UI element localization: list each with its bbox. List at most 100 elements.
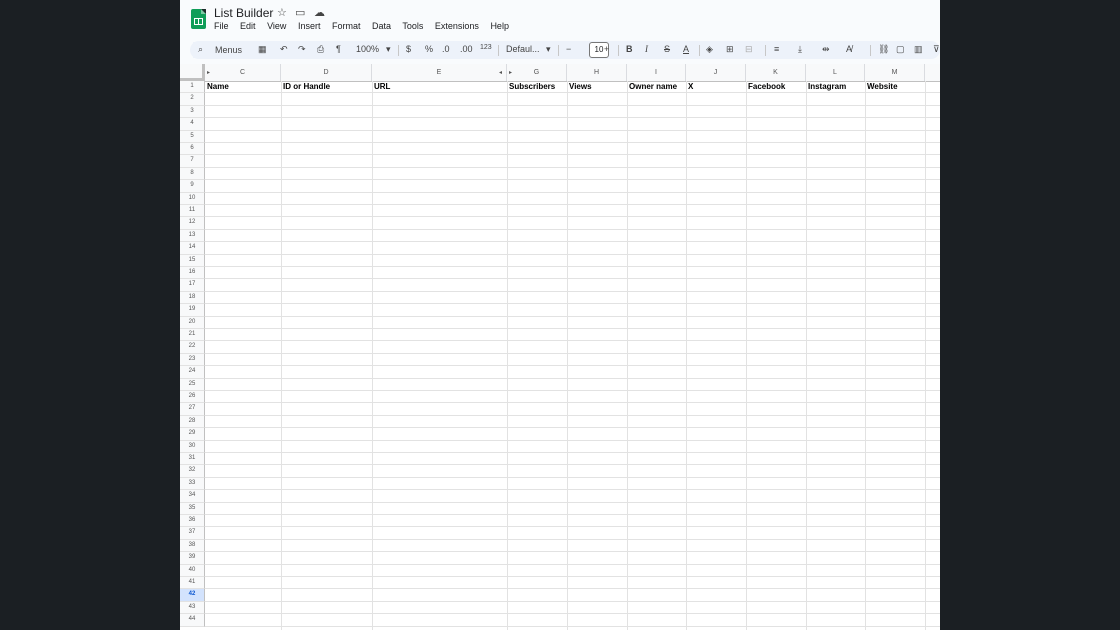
header-cell-views[interactable]: Views — [567, 82, 592, 91]
text-wrap-icon[interactable]: ⇹ — [822, 44, 830, 55]
row-header[interactable]: 12 — [180, 217, 205, 230]
header-cell-website[interactable]: Website — [865, 82, 898, 91]
row-header[interactable]: 32 — [180, 465, 205, 478]
expand-hidden-columns-right-icon[interactable]: ▸ — [509, 69, 512, 76]
print-icon[interactable]: ⎙ — [317, 44, 324, 55]
header-cell-owner-name[interactable]: Owner name — [627, 82, 677, 91]
select-all-corner[interactable] — [180, 64, 205, 81]
tasks-icon[interactable]: ▦ — [258, 44, 267, 55]
italic-button[interactable]: I — [645, 44, 648, 54]
star-icon[interactable]: ☆ — [277, 6, 287, 19]
row-header[interactable]: 42 — [180, 589, 205, 602]
row-header[interactable]: 9 — [180, 180, 205, 193]
row-header[interactable]: 19 — [180, 304, 205, 317]
row-header[interactable]: 1 — [180, 81, 205, 94]
header-cell-facebook[interactable]: Facebook — [746, 82, 785, 91]
row-header[interactable]: 27 — [180, 403, 205, 416]
row-header[interactable]: 33 — [180, 477, 205, 491]
column-header-e[interactable]: E — [372, 64, 507, 81]
row-header[interactable]: 14 — [180, 242, 205, 255]
horizontal-align-icon[interactable]: ≡ — [774, 44, 779, 54]
cell-area[interactable]: Name ID or Handle URL Subscribers Views … — [205, 81, 940, 630]
header-cell-instagram[interactable]: Instagram — [806, 82, 846, 91]
row-header[interactable]: 4 — [180, 118, 205, 131]
insert-chart-icon[interactable]: ▥ — [914, 44, 923, 55]
undo-icon[interactable]: ↶ — [280, 44, 288, 55]
sheets-logo-icon[interactable] — [191, 9, 206, 29]
row-header[interactable]: 38 — [180, 539, 205, 553]
column-header-g[interactable]: G — [507, 64, 567, 81]
vertical-align-icon[interactable]: ⤓ — [798, 44, 802, 55]
menu-view[interactable]: View — [267, 21, 286, 31]
row-header[interactable]: 11 — [180, 205, 205, 218]
expand-hidden-columns-left-icon[interactable]: ◂ — [499, 69, 502, 76]
row-header[interactable]: 30 — [180, 440, 205, 453]
chevron-down-icon[interactable]: ▾ — [386, 44, 391, 55]
row-header[interactable]: 23 — [180, 353, 205, 367]
row-header[interactable]: 21 — [180, 329, 205, 342]
row-header[interactable]: 39 — [180, 552, 205, 565]
menu-extensions[interactable]: Extensions — [435, 21, 479, 31]
row-header[interactable]: 2 — [180, 93, 205, 106]
column-header-d[interactable]: D — [281, 64, 372, 81]
redo-icon[interactable]: ↷ — [298, 44, 306, 55]
fill-color-icon[interactable]: ◈ — [706, 44, 713, 55]
column-header-k[interactable]: K — [746, 64, 806, 81]
row-header[interactable]: 34 — [180, 490, 205, 503]
row-header[interactable]: 13 — [180, 229, 205, 243]
row-header[interactable]: 8 — [180, 167, 205, 181]
merge-cells-icon[interactable]: ⊟ — [745, 44, 753, 55]
document-title[interactable]: List Builder — [214, 6, 273, 20]
menu-insert[interactable]: Insert — [298, 21, 321, 31]
decrease-decimal-button[interactable]: .0 — [442, 44, 450, 54]
increase-font-size-icon[interactable]: + — [604, 44, 609, 54]
text-color-button[interactable]: A — [683, 44, 689, 54]
menu-help[interactable]: Help — [490, 21, 509, 31]
column-header-j[interactable]: J — [686, 64, 746, 81]
text-rotation-icon[interactable]: A̸ — [846, 44, 852, 54]
row-header[interactable]: 40 — [180, 564, 205, 577]
percent-button[interactable]: % — [425, 44, 433, 54]
row-header[interactable]: 25 — [180, 378, 205, 391]
borders-icon[interactable]: ⊞ — [726, 44, 734, 55]
row-header[interactable]: 3 — [180, 105, 205, 119]
row-header[interactable]: 24 — [180, 366, 205, 379]
row-header[interactable]: 44 — [180, 614, 205, 627]
decrease-font-size-icon[interactable]: − — [566, 44, 571, 54]
menu-edit[interactable]: Edit — [240, 21, 256, 31]
header-cell-subscribers[interactable]: Subscribers — [507, 82, 555, 91]
row-header[interactable]: 29 — [180, 428, 205, 441]
menus-search[interactable]: ⌕ Menus — [193, 42, 249, 58]
column-header-i[interactable]: I — [627, 64, 686, 81]
filter-icon[interactable]: ⊽ — [933, 44, 940, 55]
expand-hidden-columns-icon[interactable]: ▸ — [207, 69, 210, 76]
menu-file[interactable]: File — [214, 21, 229, 31]
column-header-l[interactable]: L — [806, 64, 865, 81]
font-select[interactable]: Defaul... — [506, 44, 540, 54]
row-header[interactable]: 31 — [180, 453, 205, 466]
insert-comment-icon[interactable]: ▢ — [896, 44, 905, 55]
menu-format[interactable]: Format — [332, 21, 361, 31]
row-header[interactable]: 7 — [180, 155, 205, 168]
header-cell-id-or-handle[interactable]: ID or Handle — [281, 82, 330, 91]
column-header-m[interactable]: M — [865, 64, 925, 81]
cloud-saved-icon[interactable]: ☁ — [314, 6, 325, 19]
column-header-h[interactable]: H — [567, 64, 627, 81]
row-header[interactable]: 28 — [180, 415, 205, 429]
row-header[interactable]: 15 — [180, 254, 205, 267]
menu-tools[interactable]: Tools — [402, 21, 423, 31]
row-header[interactable]: 41 — [180, 577, 205, 590]
currency-button[interactable]: $ — [406, 44, 411, 54]
row-header[interactable]: 5 — [180, 130, 205, 143]
row-header[interactable]: 43 — [180, 601, 205, 615]
number-format-button[interactable]: 123 — [480, 44, 492, 51]
bold-button[interactable]: B — [626, 44, 633, 54]
row-header[interactable]: 22 — [180, 341, 205, 354]
move-to-folder-icon[interactable]: ▭ — [295, 6, 305, 19]
row-header[interactable]: 16 — [180, 267, 205, 280]
header-cell-name[interactable]: Name — [205, 82, 229, 91]
menu-data[interactable]: Data — [372, 21, 391, 31]
header-cell-x[interactable]: X — [686, 82, 693, 91]
row-header[interactable]: 18 — [180, 291, 205, 305]
paint-format-icon[interactable]: ¶ — [336, 44, 341, 54]
